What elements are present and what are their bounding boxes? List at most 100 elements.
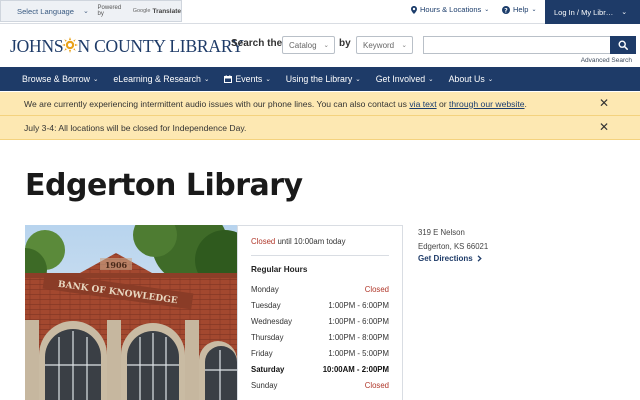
translate-text: Translate (152, 7, 181, 15)
via-text-link[interactable]: via text (409, 99, 436, 109)
get-directions-label: Get Directions (418, 254, 473, 263)
language-select[interactable]: Select Language ⌄ (1, 1, 98, 21)
alert-banner-phone: We are currently experiencing intermitte… (0, 92, 640, 116)
status-detail-text: until 10:00am today (275, 237, 346, 246)
help-label: Help (513, 5, 529, 14)
main-navigation: Browse & Borrow ⌄ eLearning & Research ⌄ E… (0, 67, 640, 91)
search-field-select[interactable]: Keyword ⌄ (356, 36, 413, 54)
regular-hours-heading: Regular Hours (251, 265, 308, 274)
powered-by-google-translate: Powered by Google Translate (98, 5, 181, 17)
help-menu[interactable]: ? Help ⌄ (502, 5, 536, 14)
utility-bar: Select Language ⌄ Powered by Google Tran… (0, 0, 640, 24)
day-label: Wednesday (251, 316, 293, 326)
google-logo: Google (132, 8, 151, 14)
search-field-value: Keyword (363, 40, 395, 50)
chevron-down-icon: ⌄ (487, 76, 494, 83)
search-label: Search the (231, 38, 283, 49)
building-year-text: 1906 (105, 260, 128, 270)
chevron-down-icon: ⌄ (484, 7, 490, 13)
nav-events[interactable]: Events ⌄ (224, 74, 271, 84)
alert-text-part: or (436, 98, 450, 109)
powered-by-text: Powered by (97, 5, 122, 17)
nav-label: eLearning & Research (113, 74, 201, 84)
question-circle-icon: ? (502, 5, 510, 14)
hours-row-thursday: Thursday 1:00PM - 8:00PM (251, 329, 389, 345)
hours-locations-label: Hours & Locations (420, 5, 482, 14)
status-closed-text: Closed (251, 237, 276, 246)
svg-text:?: ? (504, 7, 508, 14)
search-button[interactable] (610, 36, 636, 54)
sun-logo-icon (62, 37, 79, 53)
hours-row-sunday: Sunday Closed (251, 377, 389, 393)
chevron-down-icon: ⌄ (621, 9, 628, 16)
branch-address: 319 E Nelson Edgerton, KS 66021 (418, 226, 488, 253)
hours-value: 1:00PM - 6:00PM (328, 300, 389, 310)
hours-table: Monday Closed Tuesday 1:00PM - 6:00PM Wedn… (251, 281, 389, 393)
nav-using-the-library[interactable]: Using the Library ⌄ (286, 74, 361, 84)
address-line-1: 319 E Nelson (418, 228, 465, 237)
search-scope-value: Catalog (289, 40, 317, 50)
divider (251, 255, 389, 256)
search-scope-select[interactable]: Catalog ⌄ (282, 36, 335, 54)
nav-label: Get Involved (375, 74, 426, 84)
alert-text: We are currently experiencing intermitte… (24, 99, 527, 109)
map-pin-icon (411, 5, 417, 14)
nav-browse-borrow[interactable]: Browse & Borrow ⌄ (22, 74, 98, 84)
nav-about-us[interactable]: About Us ⌄ (449, 74, 494, 84)
close-icon[interactable]: ✕ (599, 97, 609, 109)
nav-label: Browse & Borrow (22, 74, 90, 84)
website-contact-link[interactable]: through our website (449, 99, 524, 109)
advanced-search-link[interactable]: Advanced Search (581, 57, 632, 64)
chevron-down-icon: ⌄ (323, 42, 329, 49)
day-label: Friday (251, 348, 273, 358)
site-logo[interactable]: JOHNS N COUNTY LIBRARY (10, 36, 244, 56)
language-selector-widget: Select Language ⌄ Powered by Google Tran… (0, 0, 182, 22)
chevron-down-icon: ⌄ (265, 76, 271, 83)
hours-value: Closed (364, 380, 389, 390)
hours-row-friday: Friday 1:00PM - 5:00PM (251, 345, 389, 361)
logo-text-suffix: N COUNTY LIBRARY (77, 35, 244, 56)
alert-text-part: We are currently experiencing intermitte… (24, 98, 410, 109)
hours-value: 10:00AM - 2:00PM (322, 364, 389, 374)
login-button[interactable]: Log In / My Libr… ⌄ (545, 0, 640, 24)
chevron-down-icon: ⌄ (531, 7, 537, 13)
nav-label: About Us (448, 74, 485, 84)
chevron-down-icon: ⌄ (401, 42, 407, 49)
logo-text-prefix: JOHNS (10, 35, 64, 56)
alert-banner-holiday: July 3-4: All locations will be closed f… (0, 116, 640, 140)
calendar-icon (224, 75, 233, 83)
nav-get-involved[interactable]: Get Involved ⌄ (376, 74, 434, 84)
close-icon[interactable]: ✕ (599, 121, 609, 133)
day-label: Tuesday (251, 300, 281, 310)
day-label: Monday (251, 284, 279, 294)
nav-label: Events (235, 74, 263, 84)
hours-row-monday: Monday Closed (251, 281, 389, 297)
day-label: Sunday (251, 380, 278, 390)
hours-locations-menu[interactable]: Hours & Locations ⌄ (411, 5, 489, 14)
get-directions-link[interactable]: Get Directions (418, 254, 482, 263)
hours-row-wednesday: Wednesday 1:00PM - 6:00PM (251, 313, 389, 329)
search-input[interactable] (423, 36, 610, 54)
nav-elearning-research[interactable]: eLearning & Research ⌄ (113, 74, 209, 84)
day-label: Thursday (251, 332, 284, 342)
search-icon (618, 40, 628, 50)
hours-value: 1:00PM - 6:00PM (328, 316, 389, 326)
alert-text-part: . (524, 98, 527, 109)
page-title: Edgerton Library (25, 168, 303, 203)
chevron-down-icon: ⌄ (355, 76, 361, 83)
chevron-down-icon: ⌄ (428, 76, 434, 83)
hours-row-saturday: Saturday 10:00AM - 2:00PM (251, 361, 389, 377)
hours-value: Closed (364, 284, 389, 294)
address-line-2: Edgerton, KS 66021 (418, 241, 489, 251)
hours-value: 1:00PM - 8:00PM (328, 332, 389, 342)
search-by-label: by (339, 38, 351, 49)
chevron-down-icon: ⌄ (83, 8, 89, 15)
chevron-down-icon: ⌄ (92, 76, 99, 83)
chevron-right-icon (477, 255, 482, 262)
login-label: Log In / My Libr… (554, 7, 614, 17)
nav-label: Using the Library (285, 74, 353, 84)
hours-value: 1:00PM - 5:00PM (328, 348, 389, 358)
hours-panel: Closed until 10:00am today Regular Hours… (237, 225, 403, 400)
chevron-down-icon: ⌄ (203, 76, 210, 83)
language-select-label: Select Language (17, 6, 75, 16)
